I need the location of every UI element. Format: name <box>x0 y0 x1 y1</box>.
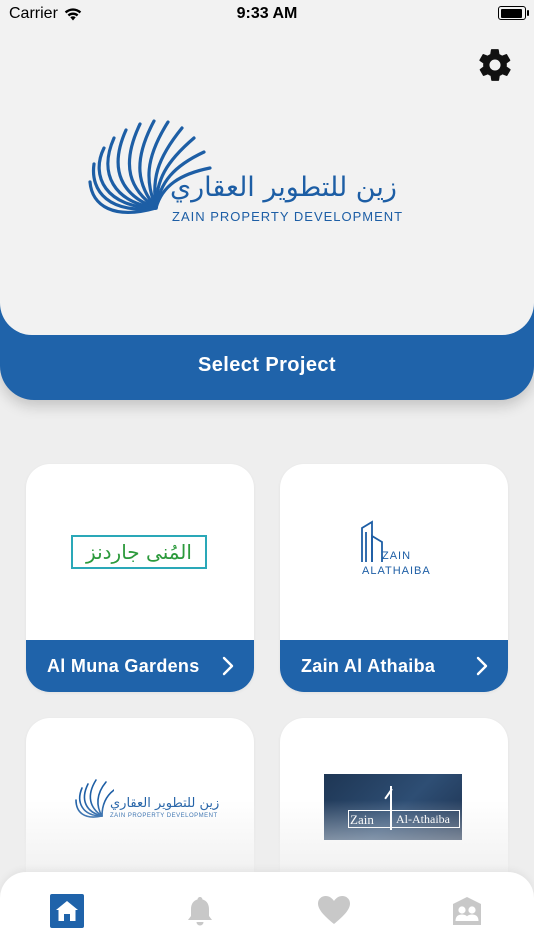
zain-al-athaiba-dark-logo: Zain Al-Athaiba <box>324 774 462 840</box>
logo-english-text: ZAIN PROPERTY DEVELOPMENT <box>110 813 218 819</box>
logo-text-zain: Zain <box>350 812 374 827</box>
project-card-footer[interactable]: Al Muna Gardens <box>26 640 254 692</box>
settings-gear-icon[interactable] <box>476 46 514 84</box>
battery-icon <box>498 6 529 20</box>
contacts-icon[interactable] <box>450 894 484 928</box>
zain-property-small-logo: زين للتطوير العقاري ZAIN PROPERTY DEVELO… <box>74 776 219 824</box>
bell-icon[interactable] <box>183 894 217 928</box>
al-muna-gardens-logo: المُنى جاردنز <box>71 535 207 569</box>
project-name: Zain Al Athaiba <box>301 655 436 676</box>
logo-text-zain: ZAIN <box>382 550 412 562</box>
home-icon[interactable] <box>50 894 84 928</box>
page-title: Select Project <box>198 354 336 376</box>
header-card: زين للتطوير العقاري ZAIN PROPERTY DEVELO… <box>0 0 534 400</box>
status-bar: Carrier 9:33 AM <box>0 0 534 28</box>
logo-arabic-text: زين للتطوير العقاري <box>170 172 397 203</box>
chevron-right-icon <box>222 656 234 676</box>
clock: 9:33 AM <box>236 5 298 22</box>
project-card-zain-al-athaiba[interactable]: ZAIN ALATHAIBA Zain Al Athaiba <box>280 464 508 692</box>
heart-icon[interactable] <box>317 894 351 928</box>
logo-text-al-athaiba: Al-Athaiba <box>396 812 450 826</box>
tab-bar <box>0 872 534 950</box>
swirl-logo-icon <box>75 779 115 818</box>
project-name: Al Muna Gardens <box>47 655 200 676</box>
chevron-right-icon <box>476 656 488 676</box>
project-card-footer[interactable]: Zain Al Athaiba <box>280 640 508 692</box>
zain-alathaiba-logo: ZAIN ALATHAIBA <box>360 520 436 578</box>
logo-arabic-text: زين للتطوير العقاري <box>110 796 220 811</box>
project-card-al-muna-gardens[interactable]: المُنى جاردنز Al Muna Gardens <box>26 464 254 692</box>
logo-english-text: ZAIN PROPERTY DEVELOPMENT <box>172 209 404 224</box>
header-logo-area: زين للتطوير العقاري ZAIN PROPERTY DEVELO… <box>0 0 534 335</box>
logo-text-alathaiba: ALATHAIBA <box>362 565 431 577</box>
zain-property-logo: زين للتطوير العقاري ZAIN PROPERTY DEVELO… <box>86 116 406 226</box>
